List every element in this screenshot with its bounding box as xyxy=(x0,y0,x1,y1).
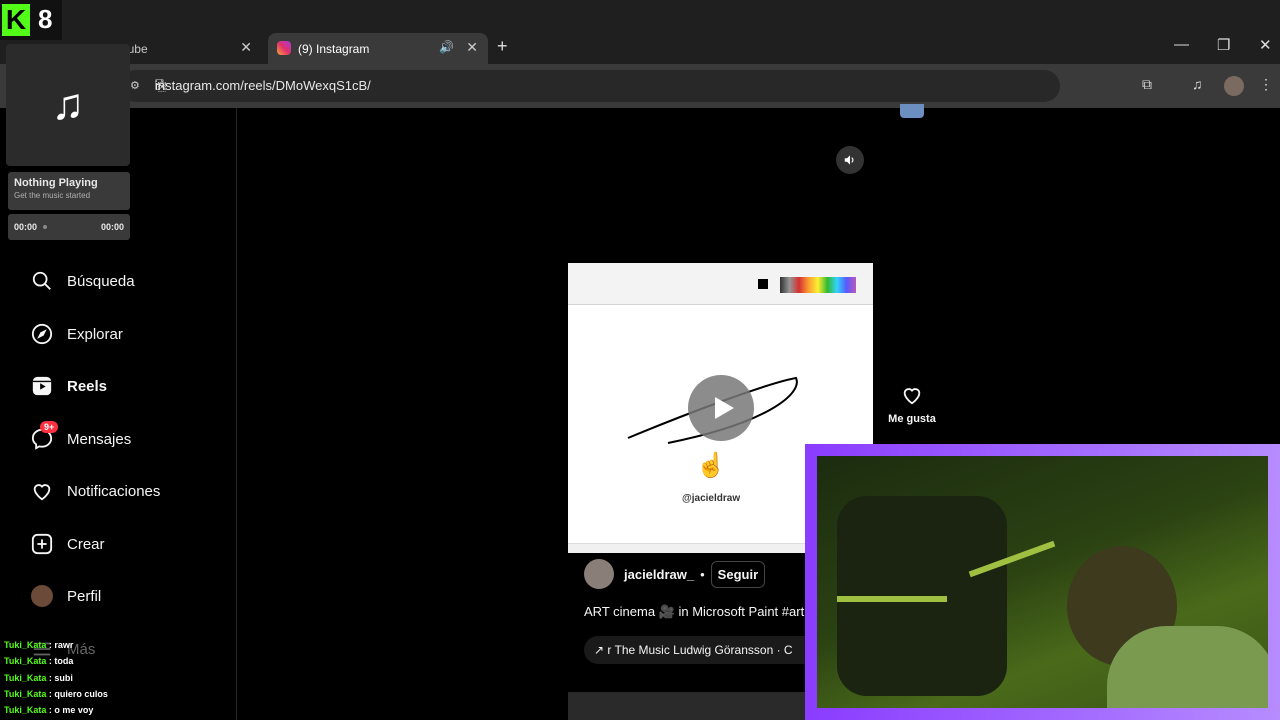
sidebar-item-label: Crear xyxy=(67,535,105,553)
speaker-icon[interactable]: 🔊 xyxy=(439,40,454,54)
person-hoodie xyxy=(1107,626,1268,708)
chat-message: Tuki_Kata : toda xyxy=(4,656,74,666)
viewer-count: 8 xyxy=(38,4,53,34)
sidebar-item-messages[interactable]: 9+ Mensajes xyxy=(30,421,132,454)
avatar xyxy=(30,584,54,608)
chat-message: Tuki_Kata : o me voy xyxy=(4,705,94,715)
messenger-icon: 9+ xyxy=(30,421,59,451)
compass-icon xyxy=(30,322,54,346)
sidebar-item-reels[interactable]: Reels xyxy=(30,371,107,401)
sidebar-item-label: Búsqueda xyxy=(67,272,135,290)
search-icon xyxy=(30,269,54,293)
plus-square-icon xyxy=(30,532,54,556)
site-settings-icon[interactable]: ⚙ xyxy=(130,79,140,92)
volume-button[interactable] xyxy=(836,146,864,174)
follow-button[interactable]: Seguir xyxy=(710,560,766,588)
sidebar-item-label: Notificaciones xyxy=(67,482,161,500)
bookmark-star-icon[interactable]: ☆ xyxy=(155,76,1046,94)
close-window-icon[interactable]: ✕ xyxy=(1259,36,1272,54)
reflective-stripe xyxy=(837,596,947,602)
webcam-feed xyxy=(817,456,1268,708)
browser-toolbar: ⚙ instagram.com/reels/DMoWexqS1cB/ ⎘ ☆ ⧉… xyxy=(0,64,1280,108)
webcam-frame xyxy=(805,444,1280,720)
reel-watermark: @jacieldraw xyxy=(682,493,741,504)
sidebar-item-profile[interactable]: Perfil xyxy=(30,581,101,611)
avatar[interactable] xyxy=(584,559,614,589)
kick-viewer-count: K 8 xyxy=(0,0,62,40)
heart-icon xyxy=(903,388,921,405)
sidebar-item-label: Reels xyxy=(67,377,108,395)
story-thumbnail[interactable] xyxy=(900,104,924,118)
reel-caption[interactable]: ART cinema 🎥 in Microsoft Paint #art xyxy=(584,604,806,620)
extensions-icon[interactable]: ⧉ xyxy=(1142,76,1152,93)
minimize-icon[interactable]: — xyxy=(1174,36,1189,53)
sidebar-item-label: Explorar xyxy=(67,325,123,343)
sidebar-item-explore[interactable]: Explorar xyxy=(30,319,123,349)
address-bar[interactable]: ⚙ instagram.com/reels/DMoWexqS1cB/ ⎘ ☆ xyxy=(120,70,1060,102)
time-start: 00:00 xyxy=(14,222,38,232)
music-progress: 00:00 00:00 xyxy=(8,214,130,240)
chat-message: Tuki_Kata : subi xyxy=(4,673,73,683)
heart-icon xyxy=(30,479,54,503)
new-tab-button[interactable]: + xyxy=(497,36,508,57)
sidebar-item-create[interactable]: Crear xyxy=(30,529,105,559)
hand-cursor-icon: ☝ xyxy=(696,452,726,479)
notification-badge: 9+ xyxy=(40,421,59,433)
reel-author: jacieldraw_ • Seguir xyxy=(584,558,766,590)
reels-icon xyxy=(30,374,54,398)
sidebar-item-label: Mensajes xyxy=(67,430,132,448)
close-tab-icon[interactable]: ✕ xyxy=(240,39,252,56)
author-name[interactable]: jacieldraw_ xyxy=(624,567,694,582)
profile-avatar[interactable] xyxy=(1224,76,1244,96)
media-control-icon[interactable]: ♫ xyxy=(1192,76,1203,92)
chat-message: Tuki_Kata : rawr xyxy=(4,640,74,650)
music-note-icon: ♫ xyxy=(6,44,130,166)
like-button[interactable]: Me gusta xyxy=(888,384,936,425)
now-playing-title: Nothing Playing xyxy=(14,177,98,189)
separator-dot: • xyxy=(700,566,705,582)
restore-icon[interactable]: ❐ xyxy=(1217,36,1230,54)
speaker-icon xyxy=(844,155,854,165)
reel-audio[interactable]: ↗ r The Music Ludwig Göransson · C xyxy=(584,636,806,664)
progress-dot xyxy=(43,225,47,229)
play-icon xyxy=(715,397,734,419)
browser-tab-bar: (65) YouTube ✕ (9) Instagram 🔊 ✕ + — ❐ ✕ xyxy=(0,0,1280,64)
tab-instagram[interactable]: (9) Instagram 🔊 ✕ xyxy=(268,33,488,64)
close-tab-icon[interactable]: ✕ xyxy=(466,39,478,56)
sidebar-item-label: Perfil xyxy=(67,587,102,605)
next-reel-preview[interactable] xyxy=(568,692,808,720)
instagram-favicon-icon xyxy=(277,41,291,55)
more-menu-icon[interactable]: ⋮ xyxy=(1259,76,1273,93)
like-label: Me gusta xyxy=(888,413,936,425)
sidebar-item-notifications[interactable]: Notificaciones xyxy=(30,476,160,506)
kick-logo: K xyxy=(2,4,30,36)
chat-message: Tuki_Kata : quiero culos xyxy=(4,689,108,699)
time-end: 00:00 xyxy=(100,222,124,232)
now-playing-widget: Nothing Playing Get the music started xyxy=(8,172,130,210)
tab-label: (9) Instagram xyxy=(298,41,370,56)
sidebar-item-search[interactable]: Búsqueda xyxy=(30,266,135,296)
play-button[interactable] xyxy=(688,375,754,441)
now-playing-subtitle: Get the music started xyxy=(14,191,91,200)
